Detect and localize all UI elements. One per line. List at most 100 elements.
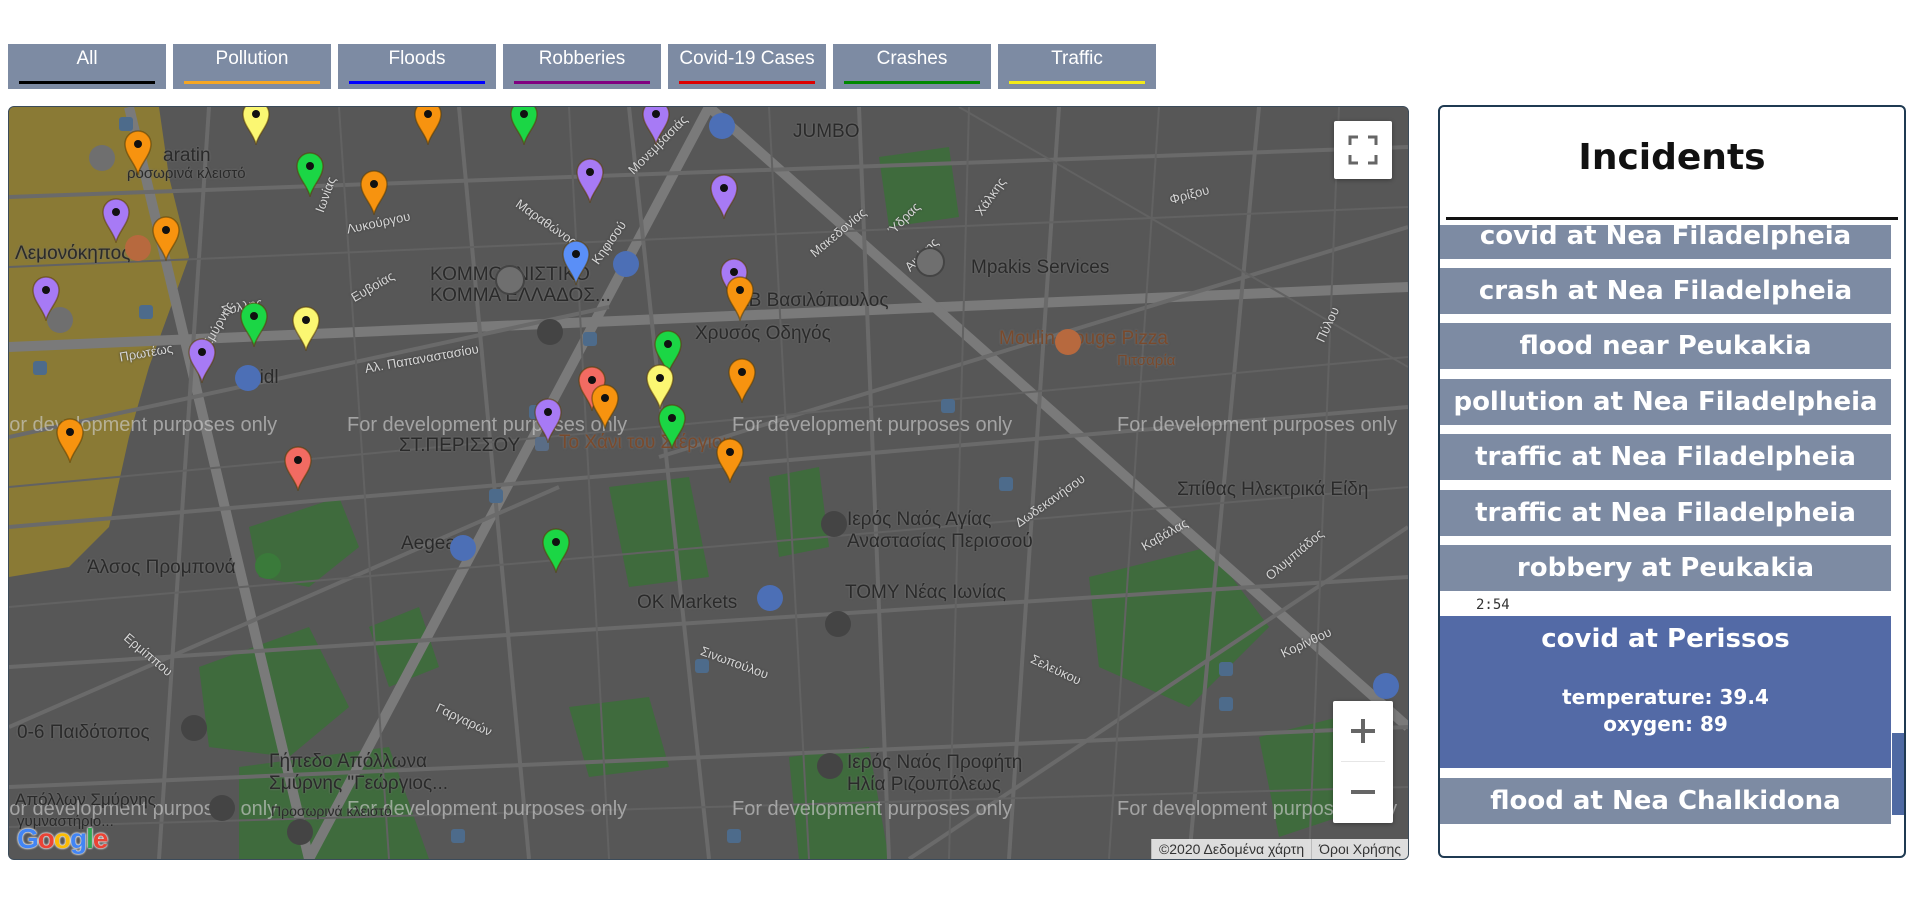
- incident-item-expanded[interactable]: covid at Perissos temperature: 39.4 oxyg…: [1440, 616, 1891, 768]
- bus-stop-icon: [941, 399, 955, 413]
- tab-label: Pollution: [215, 48, 289, 69]
- filter-tabs: All Pollution Floods Robberies Covid-19 …: [8, 44, 1156, 89]
- filter-tab-robberies[interactable]: Robberies: [503, 44, 661, 89]
- incident-detail-oxygen: oxygen: 89: [1603, 712, 1728, 736]
- robbery-pin-icon[interactable]: [533, 397, 563, 445]
- place-label: Mpakis Services: [971, 257, 1110, 278]
- place-label: Αναστασίας Περισσού: [847, 531, 1033, 552]
- place-marker-icon: [209, 795, 235, 821]
- place-label: Ηλία Ριζουπόλεως: [847, 774, 1001, 795]
- place-label: OK Markets: [637, 592, 738, 613]
- place-marker-icon: [181, 715, 207, 741]
- pollution-pin-icon[interactable]: [590, 383, 620, 431]
- title-divider: [1446, 217, 1898, 220]
- bus-stop-icon: [727, 829, 741, 843]
- place-marker-icon: [287, 819, 313, 845]
- robbery-pin-icon[interactable]: [709, 173, 739, 221]
- church-icon: [817, 753, 843, 779]
- incident-item[interactable]: traffic at Nea Filadelpheia: [1440, 434, 1891, 480]
- place-label: ΣΤ.ΠΕΡΙΣΣΟΥ: [399, 435, 521, 456]
- place-label: Χρυσός Οδηγός: [695, 323, 831, 344]
- bus-stop-icon: [139, 305, 153, 319]
- park-icon: [255, 553, 281, 579]
- shopping-cart-icon: [613, 251, 639, 277]
- fullscreen-icon: [1348, 135, 1378, 165]
- incident-item[interactable]: robbery at Peukakia: [1440, 545, 1891, 591]
- place-label: Ιερός Ναός Προφήτη: [847, 752, 1023, 773]
- traffic-pin-icon[interactable]: [241, 107, 271, 147]
- crash-pin-icon[interactable]: [541, 527, 571, 575]
- pollution-pin-icon[interactable]: [715, 437, 745, 485]
- shopping-cart-icon: [757, 585, 783, 611]
- zoom-in-button[interactable]: [1333, 701, 1393, 761]
- place-marker-icon: [915, 247, 945, 277]
- incident-item[interactable]: traffic at Nea Filadelpheia: [1440, 490, 1891, 536]
- incidents-panel: Incidents covid at Nea Filadelpheia cras…: [1438, 105, 1906, 858]
- crash-pin-icon[interactable]: [657, 403, 687, 451]
- bus-stop-icon: [489, 489, 503, 503]
- incident-item[interactable]: flood near Peukakia: [1440, 323, 1891, 369]
- place-label: Ιερός Ναός Αγίας: [847, 509, 992, 530]
- flood-pin-icon[interactable]: [561, 239, 591, 287]
- shopping-bag-icon: [709, 113, 735, 139]
- bus-stop-icon: [451, 829, 465, 843]
- robbery-pin-icon[interactable]: [187, 337, 217, 385]
- filter-tab-covid[interactable]: Covid-19 Cases: [668, 44, 826, 89]
- incident-item[interactable]: covid at Nea Filadelpheia: [1440, 225, 1891, 259]
- filter-tab-traffic[interactable]: Traffic: [998, 44, 1156, 89]
- robbery-pin-icon[interactable]: [575, 157, 605, 205]
- tab-label: Covid-19 Cases: [679, 48, 815, 69]
- place-label: Προσωρινά κλειστό: [271, 803, 392, 819]
- incident-item[interactable]: crash at Nea Filadelpheia: [1440, 268, 1891, 314]
- crash-pin-icon[interactable]: [509, 107, 539, 147]
- church-icon: [821, 511, 847, 537]
- bus-stop-icon: [695, 659, 709, 673]
- pollution-pin-icon[interactable]: [55, 417, 85, 465]
- covid-pin-icon[interactable]: [283, 445, 313, 493]
- crash-pin-icon[interactable]: [239, 301, 269, 349]
- robbery-pin-icon[interactable]: [31, 275, 61, 323]
- filter-tab-crashes[interactable]: Crashes: [833, 44, 991, 89]
- cafe-icon: [89, 145, 115, 171]
- pollution-pin-icon[interactable]: [359, 169, 389, 217]
- pollution-pin-icon[interactable]: [123, 129, 153, 177]
- place-label: ΑΒ Βασιλόπουλος: [736, 290, 889, 311]
- pollution-pin-icon[interactable]: [725, 275, 755, 323]
- dev-watermark: For development purposes only: [8, 414, 278, 436]
- bus-stop-icon: [1219, 662, 1233, 676]
- place-label: Σμύρνης "Γεώργιος...: [269, 773, 448, 794]
- crash-pin-icon[interactable]: [295, 151, 325, 199]
- incident-list[interactable]: covid at Nea Filadelpheia crash at Nea F…: [1440, 225, 1904, 856]
- filter-tab-floods[interactable]: Floods: [338, 44, 496, 89]
- incident-item[interactable]: pollution at Nea Filadelpheia: [1440, 379, 1891, 425]
- traffic-pin-icon[interactable]: [291, 305, 321, 353]
- zoom-out-button[interactable]: [1333, 762, 1393, 822]
- robbery-pin-icon[interactable]: [101, 197, 131, 245]
- robbery-pin-icon[interactable]: [641, 107, 671, 147]
- place-label: Το Χάνι του Στέργιου: [559, 432, 733, 453]
- pollution-pin-icon[interactable]: [413, 107, 443, 147]
- incident-detail-temperature: temperature: 39.4: [1562, 685, 1769, 709]
- filter-tab-pollution[interactable]: Pollution: [173, 44, 331, 89]
- place-label: Γήπεδο Απόλλωνα: [269, 751, 428, 772]
- dev-watermark: For development purposes only: [1117, 414, 1398, 436]
- terms-link[interactable]: Όροι Χρήσης: [1311, 839, 1408, 859]
- place-label: Απόλλων Σμύρνης: [15, 790, 156, 809]
- filter-tab-all[interactable]: All: [8, 44, 166, 89]
- shopping-cart-icon: [235, 365, 261, 391]
- tab-label: Crashes: [876, 48, 948, 69]
- google-logo: Google: [17, 823, 108, 854]
- dev-watermark: For development purposes only: [732, 798, 1013, 820]
- place-label: Moulin Rouge Pizza: [999, 328, 1168, 349]
- fullscreen-button[interactable]: [1334, 121, 1392, 179]
- bus-stop-icon: [999, 477, 1013, 491]
- incident-item[interactable]: flood at Nea Chalkidona: [1440, 778, 1891, 824]
- pollution-pin-icon[interactable]: [151, 215, 181, 263]
- tab-underline: [844, 81, 980, 84]
- pollution-pin-icon[interactable]: [727, 357, 757, 405]
- scrollbar-thumb[interactable]: [1892, 733, 1904, 815]
- minus-icon: [1351, 790, 1375, 794]
- map[interactable]: For development purposes only For develo…: [8, 106, 1409, 860]
- bus-stop-icon: [1219, 697, 1233, 711]
